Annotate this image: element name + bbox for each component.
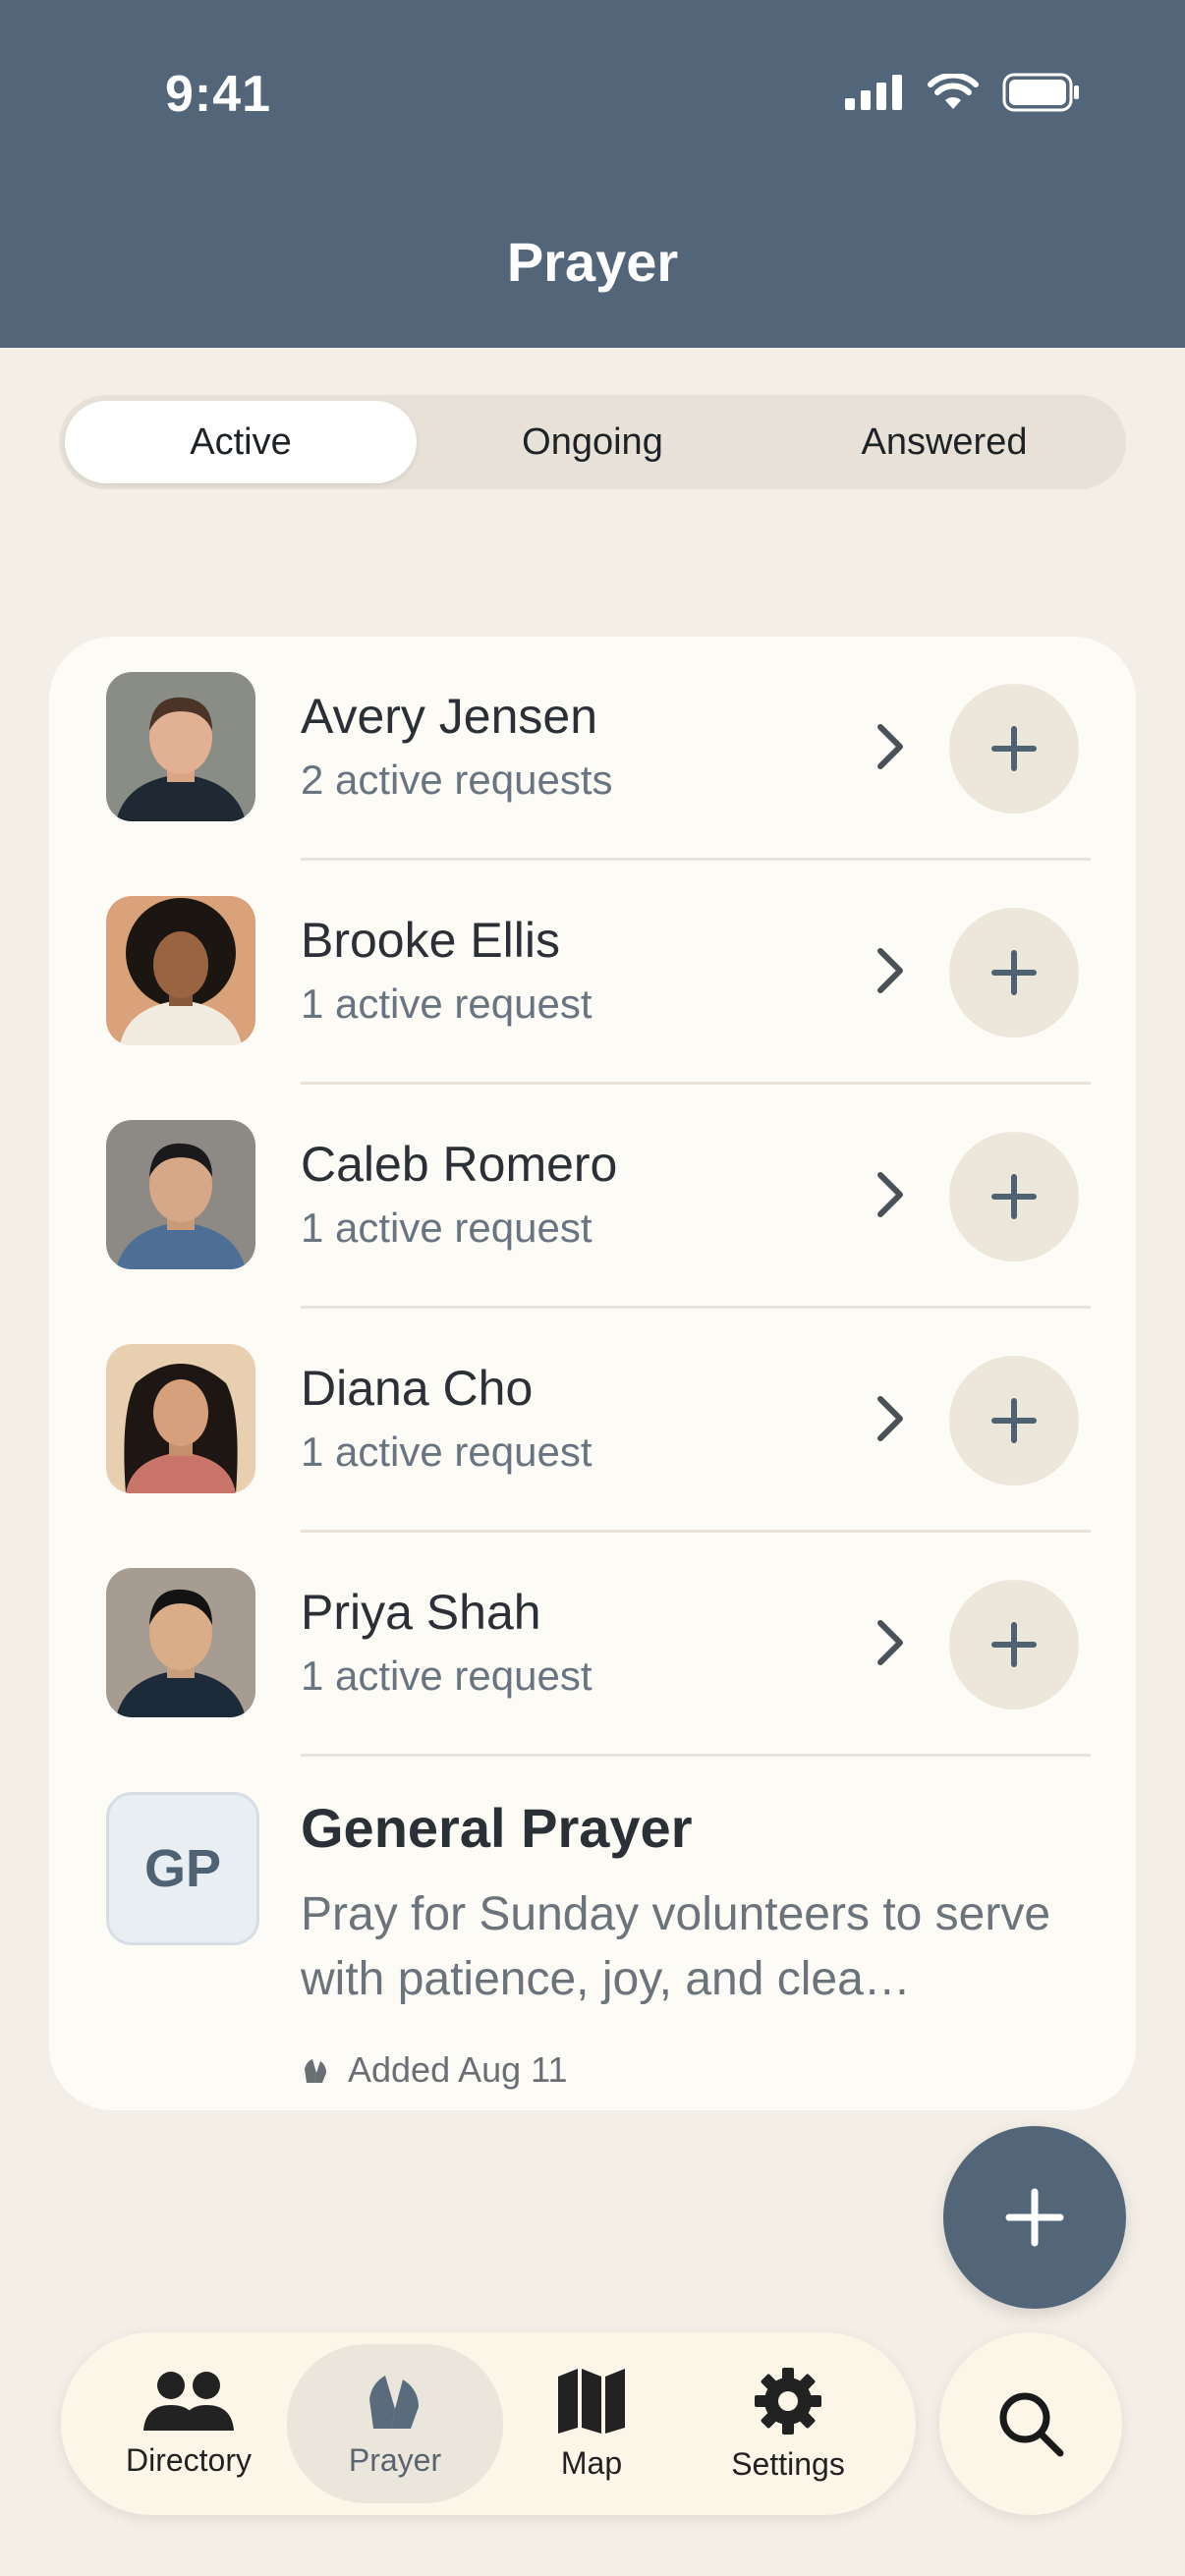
avatar [106,1120,255,1269]
wifi-icon [928,74,979,109]
request-count: 2 active requests [301,756,613,803]
praying-hands-icon [305,2059,326,2083]
person-name: Brooke Ellis [301,913,560,968]
nav-directory-label: Directory [125,2441,252,2478]
page-title: Prayer [506,231,679,293]
general-prayer-meta: Added Aug 11 [301,2049,568,2091]
battery-icon [1002,73,1079,112]
list-item[interactable]: Caleb Romero 1 active request [49,1085,1136,1309]
map-icon [558,2368,625,2434]
chevron-right-icon[interactable] [873,943,908,998]
chevron-right-icon[interactable] [873,1167,908,1222]
add-request-button[interactable] [949,908,1079,1037]
avatar [106,1568,255,1717]
signal-icon [845,75,902,110]
general-prayer-title: General Prayer [301,1797,693,1859]
nav-map[interactable]: Map [503,2332,680,2515]
nav-directory[interactable]: Directory [100,2332,277,2515]
add-request-button[interactable] [949,1132,1079,1261]
nav-settings-label: Settings [731,2445,845,2482]
list-item[interactable]: Priya Shah 1 active request [49,1533,1136,1757]
nav-settings[interactable]: Settings [700,2332,876,2515]
plus-icon [991,950,1037,995]
prayer-list-card: Avery Jensen 2 active requests Brooke El… [49,637,1136,2110]
plus-icon [991,1174,1037,1219]
status-icons [845,73,1081,112]
avatar [106,672,255,821]
list-item[interactable]: Diana Cho 1 active request [49,1309,1136,1533]
general-prayer-text: Pray for Sunday volunteers to serve with… [301,1888,1051,2005]
list-item[interactable]: Avery Jensen 2 active requests [49,637,1136,861]
search-icon [999,2392,1064,2457]
person-name: Diana Cho [301,1361,534,1416]
person-name: Caleb Romero [301,1137,618,1192]
request-count: 1 active request [301,980,592,1027]
tab-ongoing[interactable]: Ongoing [417,401,768,483]
bottom-tab-bar: Directory Prayer Map Settings [61,2332,916,2515]
tab-active[interactable]: Active [65,401,417,483]
general-prayer-item[interactable]: GP General Prayer Pray for Sunday volunt… [49,1757,1136,2110]
add-request-button[interactable] [949,1356,1079,1485]
nav-prayer-label: Prayer [348,2441,442,2478]
general-prayer-badge: GP [106,1792,259,1945]
tab-answered[interactable]: Answered [768,401,1120,483]
chevron-right-icon[interactable] [873,719,908,774]
person-name: Priya Shah [301,1585,541,1640]
people-icon [143,2371,234,2431]
search-button[interactable] [939,2332,1122,2515]
person-name: Avery Jensen [301,689,598,744]
request-count: 1 active request [301,1204,592,1251]
plus-icon [991,726,1037,771]
chevron-right-icon[interactable] [873,1615,908,1670]
chevron-right-icon[interactable] [873,1391,908,1446]
nav-map-label: Map [560,2444,623,2481]
add-request-button[interactable] [949,1580,1079,1709]
request-count: 1 active request [301,1428,592,1475]
header: 9:41 Prayer [0,0,1185,348]
request-count: 1 active request [301,1652,592,1699]
plus-icon [991,1398,1037,1443]
avatar [106,896,255,1045]
gear-icon [755,2367,821,2435]
added-date: Added Aug 11 [348,2049,568,2090]
status-segmented-control: Active Ongoing Answered [59,395,1126,489]
add-request-button[interactable] [949,684,1079,813]
list-item[interactable]: Brooke Ellis 1 active request [49,861,1136,1085]
add-prayer-fab[interactable] [943,2126,1126,2309]
praying-hands-icon [369,2375,419,2429]
avatar [106,1344,255,1493]
plus-icon [991,1622,1037,1667]
status-time: 9:41 [165,66,272,123]
nav-prayer[interactable]: Prayer [287,2344,503,2503]
plus-icon [1005,2188,1064,2247]
